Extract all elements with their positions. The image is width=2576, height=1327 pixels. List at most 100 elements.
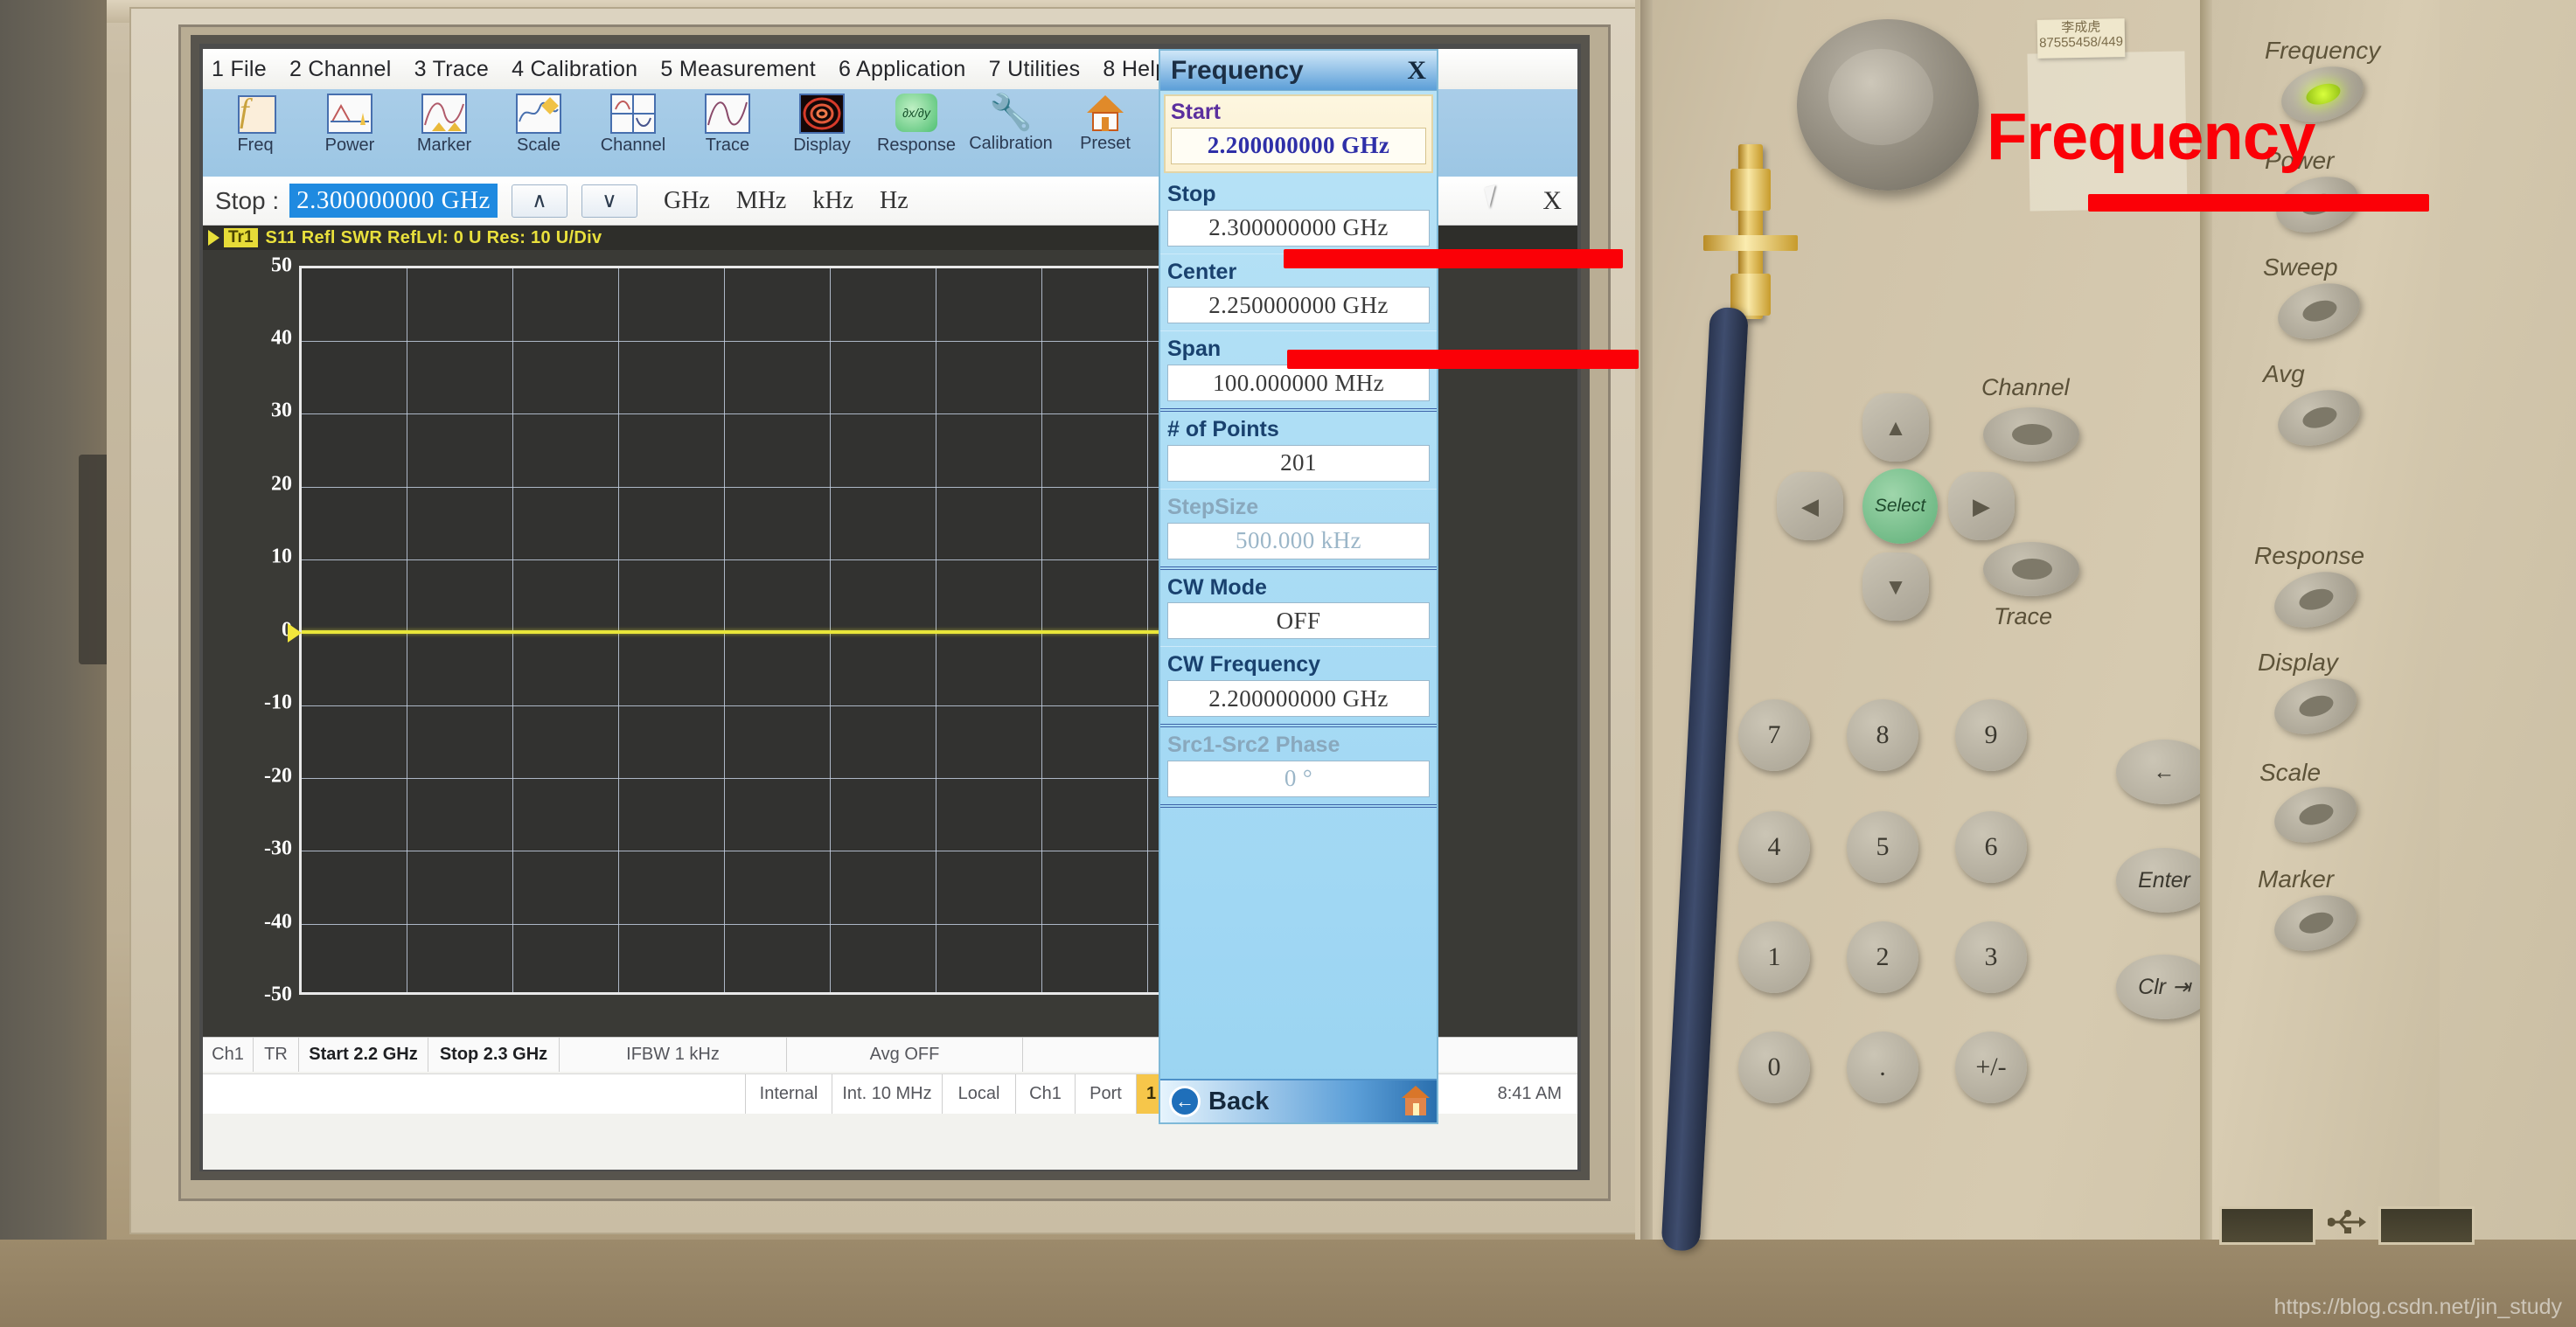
softkey-value-stop[interactable]: 2.300000000 GHz bbox=[1167, 210, 1430, 247]
softkey-value-cw-mode[interactable]: OFF bbox=[1167, 602, 1430, 639]
chevron-left-icon: ◀ bbox=[1801, 493, 1819, 520]
key-3[interactable]: 3 bbox=[1955, 921, 2027, 993]
key-7[interactable]: 7 bbox=[1738, 699, 1810, 771]
nav-up-button[interactable]: ▲ bbox=[1862, 393, 1929, 462]
hardkey-channel[interactable] bbox=[1983, 407, 2079, 462]
entry-field-label: Stop : bbox=[215, 187, 279, 215]
trace-icon bbox=[705, 94, 750, 134]
hardkey-label-scale: Scale bbox=[2259, 759, 2321, 787]
unit-button-ghz[interactable]: GHz bbox=[664, 187, 710, 215]
clear-key[interactable]: Clr ⇥ bbox=[2116, 955, 2212, 1019]
softkey-start[interactable]: Start 2.200000000 GHz bbox=[1164, 94, 1433, 173]
display-icon bbox=[799, 94, 845, 134]
hardkey-label-channel: Channel bbox=[1981, 374, 2070, 401]
power-icon bbox=[327, 94, 372, 134]
entry-close-icon[interactable]: X bbox=[1542, 186, 1562, 216]
back-arrow-icon: ← bbox=[1169, 1086, 1201, 1117]
hardkey-marker[interactable] bbox=[2268, 886, 2364, 960]
status-reference-clock[interactable]: Int. 10 MHz bbox=[832, 1074, 943, 1114]
menu-item-file[interactable]: 1 File bbox=[212, 57, 267, 82]
entry-step-down-button[interactable]: ∨ bbox=[581, 184, 637, 218]
frequency-panel-title: Frequency bbox=[1171, 56, 1304, 86]
toolbar-button-scale[interactable]: Scale bbox=[491, 89, 586, 155]
toolbar-button-channel[interactable]: Channel bbox=[586, 89, 680, 155]
trace-expand-icon[interactable] bbox=[208, 230, 219, 246]
toolbar-button-power[interactable]: Power bbox=[303, 89, 397, 155]
hardkey-sweep[interactable] bbox=[2272, 274, 2367, 348]
key-9[interactable]: 9 bbox=[1955, 699, 2027, 771]
toolbar-button-calibration[interactable]: 🔧 Calibration bbox=[964, 89, 1058, 153]
softkey-value-num-points[interactable]: 201 bbox=[1167, 445, 1430, 482]
softkey-num-points[interactable]: # of Points 201 bbox=[1160, 412, 1437, 490]
menu-item-trace[interactable]: 3 Trace bbox=[414, 57, 489, 82]
key-6[interactable]: 6 bbox=[1955, 811, 2027, 883]
y-tick-m20: -20 bbox=[264, 765, 292, 789]
usb-port-2[interactable] bbox=[2378, 1206, 2475, 1245]
toolbar-button-preset[interactable]: Preset bbox=[1058, 89, 1152, 153]
menu-item-application[interactable]: 6 Application bbox=[839, 57, 966, 82]
key-2[interactable]: 2 bbox=[1847, 921, 1918, 993]
softkey-stop[interactable]: Stop 2.300000000 GHz bbox=[1160, 177, 1437, 254]
reflvl-marker-left[interactable] bbox=[288, 623, 302, 643]
softkey-label-step-size: StepSize bbox=[1167, 495, 1430, 520]
toolbar-button-marker[interactable]: Marker bbox=[397, 89, 491, 155]
status-trigger-source[interactable]: Internal bbox=[745, 1074, 832, 1114]
nav-right-button[interactable]: ▶ bbox=[1948, 472, 2015, 540]
nav-down-button[interactable]: ▼ bbox=[1862, 552, 1929, 621]
rotary-knob[interactable] bbox=[1797, 19, 1979, 191]
toolbar-button-display[interactable]: Display bbox=[775, 89, 869, 155]
home-icon[interactable] bbox=[1402, 1086, 1430, 1117]
usb-port-1[interactable] bbox=[2219, 1206, 2315, 1245]
menu-item-measurement[interactable]: 5 Measurement bbox=[660, 57, 816, 82]
enter-key[interactable]: Enter bbox=[2116, 848, 2212, 913]
softkey-value-center[interactable]: 2.250000000 GHz bbox=[1167, 287, 1430, 323]
select-button[interactable]: Select bbox=[1862, 469, 1938, 544]
softkey-cw-mode[interactable]: CW Mode OFF bbox=[1160, 570, 1437, 648]
backspace-key[interactable]: ← bbox=[2116, 740, 2212, 804]
key-1[interactable]: 1 bbox=[1738, 921, 1810, 993]
y-tick-10: 10 bbox=[271, 545, 292, 569]
y-tick-20: 20 bbox=[271, 473, 292, 497]
nav-left-button[interactable]: ◀ bbox=[1777, 472, 1843, 540]
hardkey-trace[interactable] bbox=[1983, 542, 2079, 596]
unit-button-mhz[interactable]: MHz bbox=[736, 187, 787, 215]
key-plus-minus[interactable]: +/- bbox=[1955, 1032, 2027, 1103]
hardkey-response[interactable] bbox=[2268, 563, 2364, 636]
key-8[interactable]: 8 bbox=[1847, 699, 1918, 771]
status-control-mode[interactable]: Local bbox=[943, 1074, 1016, 1114]
annotation-underline-start bbox=[1284, 249, 1623, 268]
softkey-value-span[interactable]: 100.000000 MHz bbox=[1167, 365, 1430, 401]
hardkey-display[interactable] bbox=[2268, 670, 2364, 743]
toolbar-label-preset: Preset bbox=[1058, 134, 1152, 153]
softkey-value-cw-frequency[interactable]: 2.200000000 GHz bbox=[1167, 680, 1430, 717]
toolbar-button-freq[interactable]: f Freq bbox=[208, 89, 303, 155]
key-4[interactable]: 4 bbox=[1738, 811, 1810, 883]
softkey-span[interactable]: Span 100.000000 MHz bbox=[1160, 331, 1437, 412]
status-avg: Avg OFF bbox=[787, 1038, 1023, 1072]
key-decimal[interactable]: . bbox=[1847, 1032, 1918, 1103]
menu-item-channel[interactable]: 2 Channel bbox=[289, 57, 392, 82]
toolbar-button-response[interactable]: ∂x/∂y Response bbox=[869, 89, 964, 155]
hardkey-avg[interactable] bbox=[2272, 381, 2367, 455]
toolbar-button-trace[interactable]: Trace bbox=[680, 89, 775, 155]
unit-button-hz[interactable]: Hz bbox=[880, 187, 909, 215]
softkey-back-button[interactable]: ← Back bbox=[1160, 1079, 1437, 1122]
key-0[interactable]: 0 bbox=[1738, 1032, 1810, 1103]
entry-value-input[interactable]: 2.300000000 GHz bbox=[289, 184, 498, 218]
menu-item-utilities[interactable]: 7 Utilities bbox=[989, 57, 1081, 82]
panel-divider bbox=[1640, 0, 1653, 1240]
softkey-value-start[interactable]: 2.200000000 GHz bbox=[1171, 128, 1426, 164]
trace-number-badge[interactable]: Tr1 bbox=[224, 228, 258, 247]
close-icon[interactable]: X bbox=[1407, 56, 1426, 86]
key-5[interactable]: 5 bbox=[1847, 811, 1918, 883]
softkey-cw-frequency[interactable]: CW Frequency 2.200000000 GHz bbox=[1160, 647, 1437, 727]
menu-item-calibration[interactable]: 4 Calibration bbox=[512, 57, 637, 82]
hardkey-scale[interactable] bbox=[2268, 778, 2364, 851]
y-tick-m10: -10 bbox=[264, 691, 292, 715]
scale-icon bbox=[516, 94, 561, 134]
unit-button-khz[interactable]: kHz bbox=[812, 187, 853, 215]
hardkey-label-avg: Avg bbox=[2263, 360, 2305, 388]
navigation-cluster: ▲ ◀ ▶ ▼ Select bbox=[1765, 367, 2027, 647]
entry-step-up-button[interactable]: ∧ bbox=[512, 184, 567, 218]
status-active-channel[interactable]: Ch1 bbox=[1016, 1074, 1076, 1114]
